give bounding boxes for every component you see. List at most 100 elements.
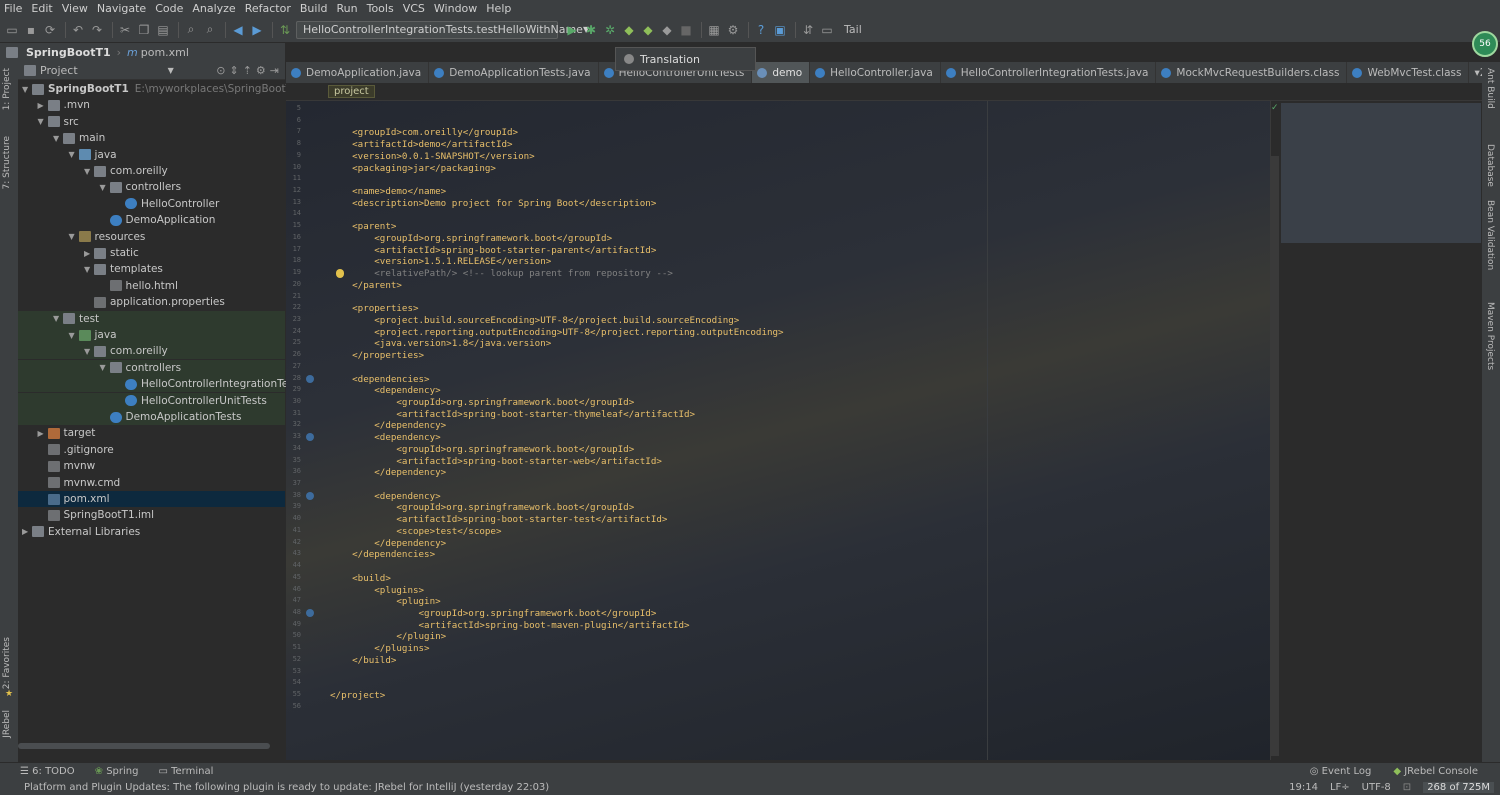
sync-icon[interactable]: ⟳ (42, 22, 58, 38)
collapse-icon[interactable]: ⇕ (229, 64, 238, 77)
project-tool-tab[interactable]: 1: Project (2, 68, 12, 110)
collapsed-arrow-icon[interactable]: ▶ (38, 101, 48, 110)
collapsed-arrow-icon[interactable]: ▶ (22, 527, 32, 536)
expanded-arrow-icon[interactable]: ▼ (53, 134, 63, 143)
todo-tool-tab[interactable]: ☰ 6: TODO (20, 766, 75, 777)
undo-icon[interactable]: ↶ (70, 22, 86, 38)
build-icon[interactable]: ⇅ (277, 22, 293, 38)
locate-icon[interactable]: ⊙ (216, 64, 225, 77)
favorites-tool-tab[interactable]: 2: Favorites (2, 637, 12, 689)
nav-project[interactable]: SpringBootT1 (26, 46, 111, 59)
open-icon[interactable]: ▭ (4, 22, 20, 38)
file-encoding[interactable]: UTF-8 (1362, 782, 1391, 793)
menu-item-window[interactable]: Window (434, 2, 477, 15)
tree-item[interactable]: HelloControllerIntegrationTe (18, 376, 288, 393)
expanded-arrow-icon[interactable]: ▼ (53, 314, 63, 323)
vcs-icon[interactable]: ⇵ (800, 22, 816, 38)
tree-item[interactable]: ▼ SpringBootT1 E:\myworkplaces\SpringBootT… (18, 81, 299, 97)
menu-item-help[interactable]: Help (486, 2, 511, 15)
editor-tab[interactable]: demo (752, 62, 811, 83)
paste-icon[interactable]: ▤ (155, 22, 171, 38)
code-minimap[interactable]: ✓ (1270, 101, 1482, 760)
expanded-arrow-icon[interactable]: ▼ (69, 150, 79, 159)
tree-item[interactable]: ▼ controllers (18, 359, 285, 376)
debug-icon[interactable]: ✱ (583, 22, 599, 38)
menu-item-analyze[interactable]: Analyze (192, 2, 235, 15)
gear-icon[interactable]: ⚙ (256, 64, 266, 77)
dependency-gutter-icon[interactable] (306, 491, 314, 500)
menu-item-vcs[interactable]: VCS (403, 2, 425, 15)
tree-item[interactable]: ▶ .mvn (18, 97, 285, 113)
terminal-tool-tab[interactable]: ▭ Terminal (158, 766, 213, 777)
right-tool-tab[interactable]: Ant Build (1485, 68, 1495, 109)
dependency-gutter-icon[interactable] (306, 608, 314, 617)
expanded-arrow-icon[interactable]: ▼ (22, 85, 32, 94)
expanded-arrow-icon[interactable]: ▼ (84, 167, 94, 176)
breadcrumb-tag[interactable]: project (328, 85, 375, 98)
right-tool-tab[interactable]: Maven Projects (1485, 302, 1495, 370)
editor-tab[interactable]: DemoApplication.java (286, 62, 430, 83)
tree-item[interactable]: ▼ controllers (18, 179, 285, 195)
run-icon[interactable]: ▶ (564, 22, 580, 38)
collapsed-arrow-icon[interactable]: ▶ (38, 429, 48, 438)
tree-item[interactable]: ▼ java (18, 327, 285, 343)
tree-item[interactable]: DemoApplicationTests (18, 409, 285, 425)
tree-item[interactable]: pom.xml (18, 491, 285, 507)
project-view-select[interactable]: Project (40, 64, 78, 77)
tree-item[interactable]: hello.html (18, 278, 285, 294)
editor-tab[interactable]: WebMvcTest.class (1347, 62, 1470, 83)
expanded-arrow-icon[interactable]: ▼ (100, 183, 110, 192)
replace-icon[interactable]: ⌕ (202, 22, 218, 38)
tree-item[interactable]: ▼ main (18, 130, 285, 146)
redo-icon[interactable]: ↷ (89, 22, 105, 38)
editor-tab[interactable]: HelloController.java (810, 62, 941, 83)
tree-item[interactable]: ▼ templates (18, 261, 285, 277)
spring-tool-tab[interactable]: ❀ Spring (95, 766, 139, 777)
menu-item-code[interactable]: Code (155, 2, 183, 15)
menu-item-file[interactable]: File (4, 2, 22, 15)
menu-item-run[interactable]: Run (337, 2, 358, 15)
tree-item[interactable]: ▼ test (18, 310, 285, 327)
translation-popup[interactable]: Translation (615, 47, 756, 71)
tree-item[interactable]: ▶ static (18, 245, 285, 261)
tree-item[interactable]: ▼ java (18, 147, 285, 163)
tree-item[interactable]: mvnw.cmd (18, 475, 285, 491)
jrebel-run-icon[interactable]: ◆ (621, 22, 637, 38)
expanded-arrow-icon[interactable]: ▼ (69, 331, 79, 340)
expanded-arrow-icon[interactable]: ▼ (84, 265, 94, 274)
forward-icon[interactable]: ▶ (249, 22, 265, 38)
lightbulb-icon[interactable] (336, 269, 344, 279)
tree-horizontal-scrollbar[interactable] (18, 743, 270, 749)
tree-item[interactable]: ▼ com.oreilly (18, 163, 285, 179)
tree-item[interactable]: ▼ src (18, 114, 285, 130)
update-badge[interactable]: 56 (1472, 31, 1498, 57)
project-structure-icon[interactable]: ▦ (706, 22, 722, 38)
menu-item-refactor[interactable]: Refactor (245, 2, 291, 15)
plugin-icon[interactable]: ▣ (772, 22, 788, 38)
menu-item-view[interactable]: View (62, 2, 88, 15)
line-separator[interactable]: LF÷ (1330, 782, 1350, 793)
hide-icon[interactable]: ⇥ (270, 64, 279, 77)
right-tool-tab[interactable]: Database (1485, 144, 1495, 187)
terminal-icon[interactable]: ▭ (819, 22, 835, 38)
stop-icon[interactable]: ■ (678, 22, 694, 38)
expanded-arrow-icon[interactable]: ▼ (84, 347, 94, 356)
collapsed-arrow-icon[interactable]: ▶ (84, 249, 94, 258)
caret-position[interactable]: 19:14 (1289, 782, 1318, 793)
editor-tab[interactable]: ▾2 (1469, 62, 1482, 83)
menu-item-navigate[interactable]: Navigate (97, 2, 146, 15)
menu-item-build[interactable]: Build (300, 2, 328, 15)
editor-tab[interactable]: MockMvcRequestBuilders.class (1156, 62, 1348, 83)
save-icon[interactable]: ▪ (23, 22, 39, 38)
editor-tab[interactable]: DemoApplicationTests.java (429, 62, 599, 83)
expanded-arrow-icon[interactable]: ▼ (100, 363, 110, 372)
tree-item[interactable]: DemoApplication (18, 212, 285, 228)
jrebel-debug-icon[interactable]: ◆ (640, 22, 656, 38)
tree-item[interactable]: ▶ External Libraries (18, 524, 285, 540)
coverage-icon[interactable]: ✲ (602, 22, 618, 38)
chevron-down-icon[interactable]: ▼ (168, 66, 174, 75)
tree-item[interactable]: application.properties (18, 294, 285, 310)
tree-item[interactable]: SpringBootT1.iml (18, 507, 285, 523)
tree-item[interactable]: mvnw (18, 458, 285, 474)
help-icon[interactable]: ? (753, 22, 769, 38)
